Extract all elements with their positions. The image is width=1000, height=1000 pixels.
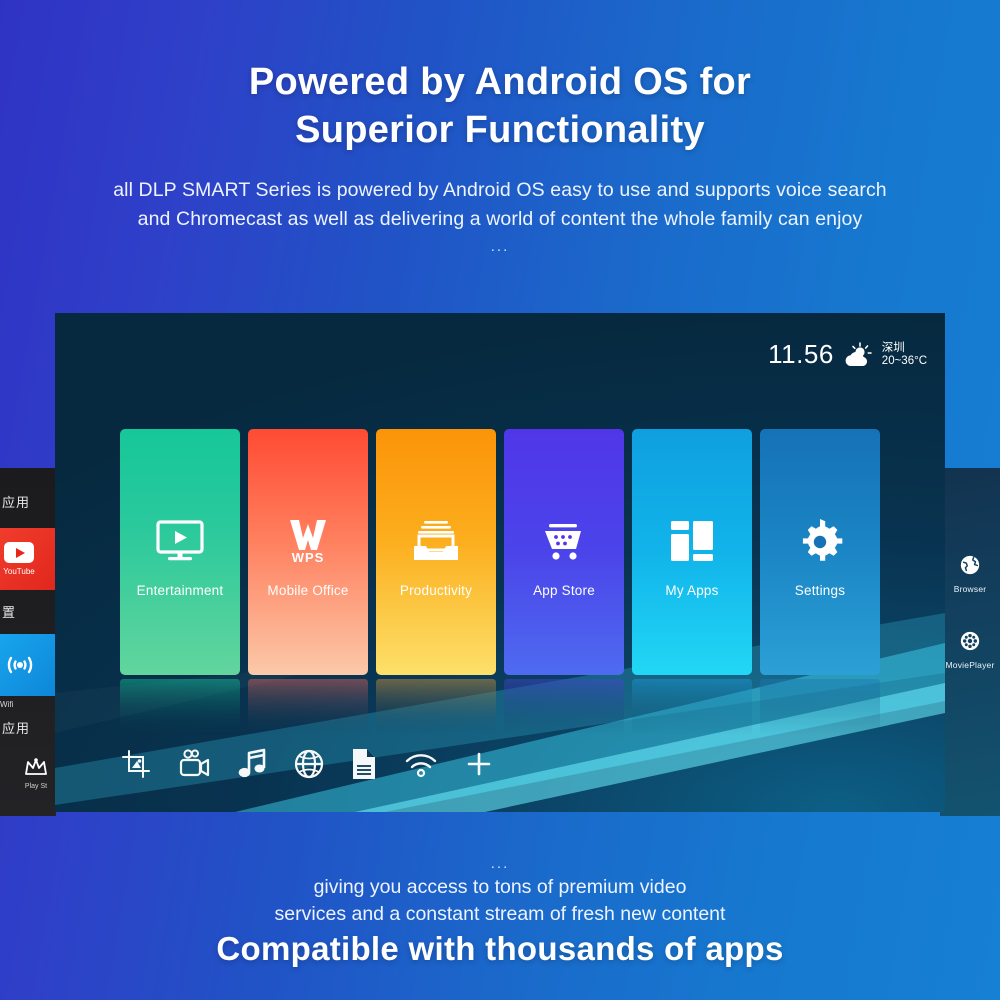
tile-label: My Apps <box>665 583 719 598</box>
clock: 11.56 <box>768 339 834 369</box>
weather-city: 深圳 <box>881 341 905 354</box>
youtube-label: YouTube <box>3 567 35 576</box>
subheadline-line-1: all DLP SMART Series is powered by Andro… <box>113 179 887 201</box>
left-label-apps-top: 应用 <box>2 495 31 510</box>
tile-app-store[interactable]: App Store <box>504 429 624 675</box>
bottom-ellipsis: ... <box>490 855 510 872</box>
playstore-label: Play St <box>24 783 48 790</box>
tile-reflection <box>760 679 880 735</box>
wps-logo-icon: WPS <box>281 517 335 565</box>
tile-settings[interactable]: Settings <box>760 429 880 675</box>
document-icon[interactable] <box>351 748 377 780</box>
gear-icon <box>797 517 843 565</box>
youtube-icon <box>4 542 34 563</box>
tile-label: Entertainment <box>136 583 224 598</box>
browser-label: Browser <box>953 584 987 594</box>
tv-dock <box>121 748 493 780</box>
tile-entertainment[interactable]: Entertainment <box>120 429 240 675</box>
bottom-headline: Compatible with thousands of apps <box>216 930 784 967</box>
tile-label: Mobile Office <box>267 583 349 598</box>
app-grid-icon <box>669 517 715 565</box>
globe-icon[interactable] <box>294 749 324 779</box>
tile-reflections <box>120 679 880 735</box>
app-tile-row: Entertainment WPS Mobile Office Producti… <box>120 429 880 675</box>
tile-reflection <box>248 679 368 735</box>
tile-reflection <box>632 679 752 735</box>
tile-productivity[interactable]: Productivity <box>376 429 496 675</box>
tile-reflection <box>504 679 624 735</box>
wifi-icon[interactable] <box>404 750 438 778</box>
image-crop-icon[interactable] <box>121 749 151 779</box>
tile-label: App Store <box>533 583 595 598</box>
youtube-tile[interactable]: YouTube <box>0 528 56 590</box>
bottom-subcopy: giving you access to tons of premium vid… <box>50 874 950 928</box>
video-camera-icon[interactable] <box>178 749 210 779</box>
crown-icon <box>25 758 47 775</box>
shopping-cart-icon <box>540 517 588 565</box>
left-label-settings: 置 <box>2 605 17 620</box>
svg-text:WPS: WPS <box>292 550 325 564</box>
status-bar: 11.56 深圳 20~36°C <box>768 339 927 370</box>
sun-behind-cloud-icon <box>845 341 872 366</box>
tile-label: Productivity <box>399 583 473 598</box>
top-ellipsis: ... <box>490 238 510 255</box>
bottom-line-2: services and a constant stream of fresh … <box>274 903 726 925</box>
playstore-item[interactable]: Play St <box>24 758 48 790</box>
weather-temperature: 20~36°C <box>881 354 927 367</box>
tile-my-apps[interactable]: My Apps <box>632 429 752 675</box>
tile-reflection <box>376 679 496 735</box>
wifi-tile[interactable] <box>0 634 56 696</box>
tv-screen: 11.56 深圳 20~36°C Entertainment WPS Mobil… <box>55 313 945 812</box>
plus-icon[interactable] <box>465 750 493 778</box>
weather-info: 深圳 20~36°C <box>882 342 927 368</box>
wifi-label: Wifi <box>0 700 14 709</box>
movieplayer-label: MoviePlayer <box>945 660 995 670</box>
tile-reflection <box>120 679 240 735</box>
music-note-icon[interactable] <box>237 748 267 780</box>
globe-icon <box>960 555 980 575</box>
subheadline: all DLP SMART Series is powered by Andro… <box>40 176 960 234</box>
subheadline-line-2: and Chromecast as well as delivering a w… <box>137 208 863 230</box>
left-label-apps-bottom: 应用 <box>2 721 31 736</box>
headline-line-1: Powered by Android OS for <box>248 61 752 103</box>
right-launcher-panel: Browser MoviePlayer <box>940 468 1000 816</box>
promo-banner: Powered by Android OS for Superior Funct… <box>0 0 1000 1000</box>
tv-play-icon <box>155 517 205 565</box>
tile-label: Settings <box>794 583 846 598</box>
page-title: Powered by Android OS for Superior Funct… <box>0 58 1000 154</box>
film-reel-icon <box>960 631 980 651</box>
wifi-broadcast-icon <box>7 656 33 674</box>
tile-mobile-office[interactable]: WPS Mobile Office <box>248 429 368 675</box>
bottom-line-1: giving you access to tons of premium vid… <box>313 876 687 898</box>
browser-item[interactable]: Browser <box>940 554 1000 594</box>
movieplayer-item[interactable]: MoviePlayer <box>940 630 1000 670</box>
file-tray-icon <box>412 517 460 565</box>
headline-line-2: Superior Functionality <box>295 109 705 151</box>
left-launcher-panel: 应用 YouTube 置 Wifi 应用 Play St <box>0 468 56 816</box>
